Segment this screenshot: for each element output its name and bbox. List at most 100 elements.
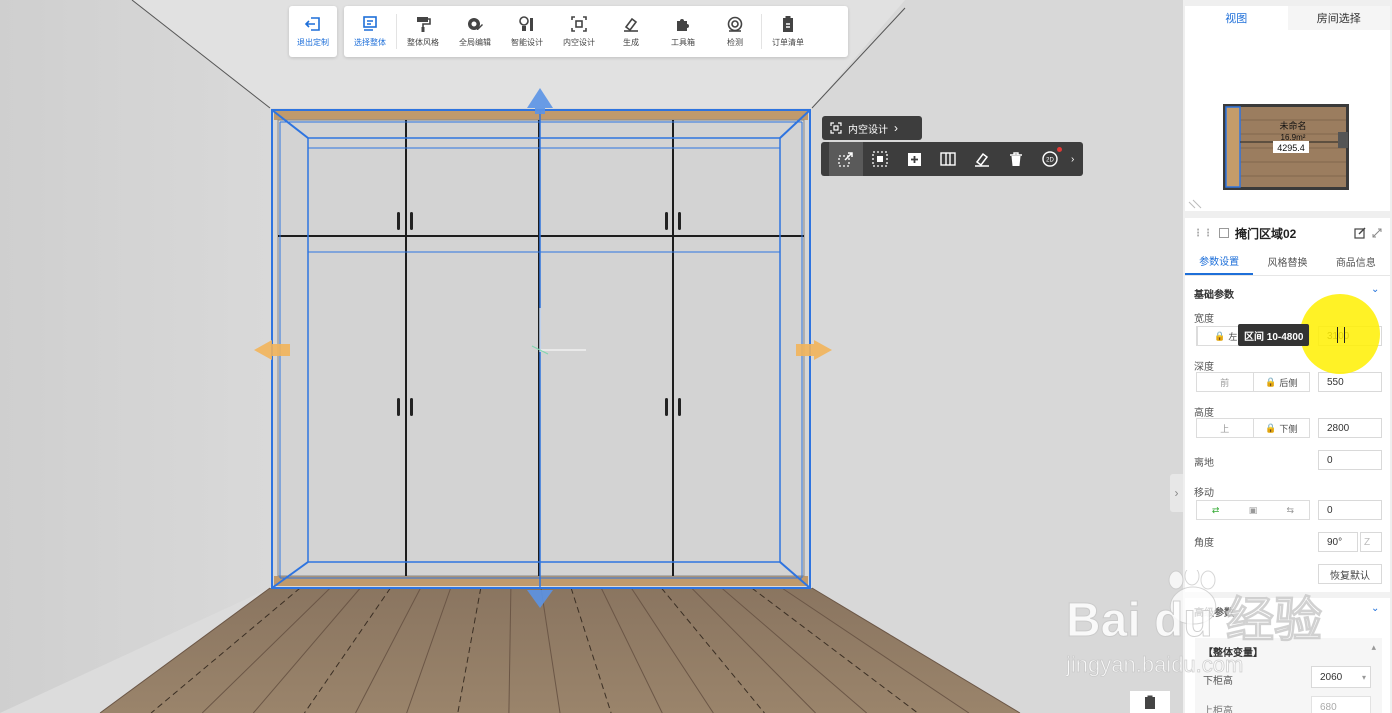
height-anchor-top[interactable]: 上 (1197, 419, 1253, 437)
detect-button[interactable]: 检测 (709, 6, 761, 57)
minimap-card: 视图 房间选择 未命名 16.9m² 4295.4 (1185, 6, 1390, 211)
floor-plan-minimap[interactable]: 未命名 16.9m² 4295.4 (1185, 30, 1390, 211)
delete-icon (1010, 152, 1022, 166)
inner-space-label: 内空设计 (563, 38, 595, 47)
basic-params-title: 基础参数 (1194, 290, 1234, 301)
global-edit-button[interactable]: 全局编辑 (449, 6, 501, 57)
scale-tool-button[interactable] (829, 142, 863, 176)
smart-design-label: 智能设计 (511, 38, 543, 47)
depth-anchor-front[interactable]: 前 (1197, 373, 1253, 391)
move-label: 移动 (1194, 488, 1214, 499)
left-wall (0, 0, 270, 713)
lock-icon: 🔒 (1214, 330, 1226, 341)
move-input[interactable]: 0 (1318, 500, 1382, 520)
dimension-label: 4295.4 (1277, 143, 1305, 153)
angle-input[interactable]: 90° (1318, 532, 1358, 552)
edit-icon[interactable] (1354, 227, 1366, 239)
depth-anchor-back[interactable]: 🔒 后侧 (1252, 373, 1310, 391)
collapse-icon[interactable]: ▴ (1371, 642, 1376, 653)
advanced-params-title: 高级参数 (1194, 608, 1234, 619)
reset-default-button[interactable]: 恢复默认 (1318, 564, 1382, 584)
panel-title: 掩门区域02 (1235, 226, 1297, 241)
scene-canvas[interactable] (0, 0, 1183, 713)
global-edit-label: 全局编辑 (459, 38, 491, 47)
lower-cab-label: 下柜高 (1203, 676, 1233, 687)
overall-style-button[interactable]: 整体风格 (397, 6, 449, 57)
delete-tool-button[interactable] (999, 142, 1033, 176)
tab-params[interactable]: 参数设置 (1185, 248, 1254, 275)
depth-input[interactable]: 550 (1318, 372, 1382, 392)
select-area-icon (872, 151, 888, 167)
brush-tool-button[interactable] (965, 142, 999, 176)
select-whole-label: 选择整体 (354, 38, 386, 47)
generate-icon (624, 17, 638, 32)
expand-icon[interactable] (1372, 228, 1382, 238)
scale-icon (838, 152, 853, 167)
room-name: 未命名 (1279, 120, 1306, 131)
select-area-tool-button[interactable] (863, 142, 897, 176)
select-whole-icon (363, 16, 377, 31)
select-whole-button[interactable]: 选择整体 (344, 6, 396, 57)
exit-icon (304, 17, 320, 31)
lock-icon: 🔒 (1265, 422, 1277, 433)
rotate-icon: 2D (1042, 151, 1058, 167)
tab-view[interactable]: 视图 (1185, 6, 1288, 30)
width-label: 宽度 (1194, 314, 1214, 325)
split-icon (940, 152, 956, 166)
lower-cab-select[interactable]: 2060 ▾ (1311, 666, 1371, 688)
chevron-down-icon[interactable]: ⌄ (1371, 603, 1379, 614)
ground-input[interactable]: 0 (1318, 450, 1382, 470)
smart-design-icon (519, 16, 533, 31)
clipboard-button[interactable] (1130, 691, 1170, 713)
tab-product-info[interactable]: 商品信息 (1322, 248, 1390, 275)
generate-button[interactable]: 生成 (605, 6, 657, 57)
clipboard-icon (1145, 695, 1155, 709)
drag-handle-icon[interactable]: ⋮⋮ (1193, 228, 1213, 239)
detect-label: 检测 (727, 38, 743, 47)
move-mode-toggle[interactable]: ⇄ ▣ ⇆ (1196, 500, 1310, 520)
height-anchor-bottom[interactable]: 🔒 下侧 (1252, 419, 1310, 437)
smart-design-button[interactable]: 智能设计 (501, 6, 553, 57)
tab-style-replace[interactable]: 风格替换 (1253, 248, 1321, 275)
generate-label: 生成 (623, 38, 639, 47)
angle-axis-select[interactable]: Z (1360, 532, 1382, 552)
main-toolbar: 选择整体 整体风格 全局编辑 智能设计 内空设计 生成 工具箱 检测 订单清单 (344, 6, 848, 57)
depth-anchor-toggle[interactable]: 前 🔒 后侧 (1196, 372, 1310, 392)
chevron-right-icon[interactable]: › (1067, 154, 1074, 165)
global-edit-icon (468, 18, 483, 30)
height-anchor-toggle[interactable]: 上 🔒 下侧 (1196, 418, 1310, 438)
collapse-panel-toggle[interactable]: › (1170, 474, 1183, 512)
exit-custom-button[interactable]: 退出定制 (289, 6, 337, 57)
toolbox-button[interactable]: 工具箱 (657, 6, 709, 57)
toolbox-label: 工具箱 (671, 38, 695, 47)
split-tool-button[interactable] (931, 142, 965, 176)
params-tabs: 参数设置 风格替换 商品信息 (1185, 248, 1390, 276)
rotate-badge: 2D (1046, 158, 1054, 164)
3d-viewport[interactable]: 退出定制 选择整体 整体风格 全局编辑 智能设计 内空设计 生成 工具箱 检测 … (0, 0, 1183, 713)
tab-room-select[interactable]: 房间选择 (1287, 6, 1390, 30)
chevron-right-icon: › (894, 121, 898, 135)
height-input[interactable]: 2800 (1318, 418, 1382, 438)
move-mode-1[interactable]: ⇄ (1197, 501, 1234, 519)
height-anchor-bottom-label: 下侧 (1279, 423, 1298, 434)
right-wall (812, 0, 1183, 713)
wardrobe[interactable] (271, 109, 811, 589)
detect-icon (727, 16, 743, 32)
order-list-label: 订单清单 (772, 38, 804, 47)
order-list-button[interactable]: 订单清单 (762, 6, 814, 57)
exit-custom-label: 退出定制 (297, 38, 329, 47)
move-mode-2[interactable]: ▣ (1234, 501, 1271, 519)
move-mode-3[interactable]: ⇆ (1272, 501, 1309, 519)
inner-space-button[interactable]: 内空设计 (553, 6, 605, 57)
chevron-down-icon[interactable]: ⌄ (1371, 284, 1379, 295)
minimap-tabs: 视图 房间选择 (1185, 6, 1390, 30)
upper-cab-input[interactable]: 680 (1311, 696, 1371, 713)
puzzle-icon (677, 19, 689, 31)
params-card: ⋮⋮ 掩门区域02 参数设置 风格替换 商品信息 基础参数 ⌄ 宽度 🔒左 右 … (1185, 218, 1390, 713)
inner-design-tag[interactable]: 内空设计 › (822, 116, 922, 140)
overall-style-label: 整体风格 (407, 38, 439, 47)
rotate-2d-button[interactable]: 2D (1033, 142, 1067, 176)
width-anchor-left-label: 左 (1228, 331, 1238, 342)
text-cursor-icon (1337, 327, 1345, 343)
add-tool-button[interactable] (897, 142, 931, 176)
